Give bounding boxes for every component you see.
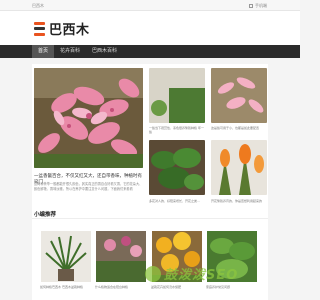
- mobile-link[interactable]: 手机端: [249, 3, 267, 9]
- top-bar-site-name: 巴西木: [32, 3, 44, 8]
- logo-text: 巴西木: [49, 23, 90, 38]
- card-caption-2[interactable]: 什么植物适合在阳台种植: [95, 285, 147, 289]
- thumb-caption-1[interactable]: 一些当下观赏性、墨色很养繁殖种植 年一些: [149, 126, 205, 134]
- thumb-image-1[interactable]: [149, 68, 205, 123]
- card-image-1[interactable]: [41, 231, 91, 282]
- thumb-image-3[interactable]: [149, 140, 205, 195]
- section-title: 小编推荐: [34, 212, 57, 218]
- nav-item-home[interactable]: 首页: [32, 45, 55, 58]
- feature-description: 这两种黄芩一般都能开很久颜色，其实真正的香百合好看又香，它的花朵大、颜色鲜艳、香…: [34, 182, 143, 191]
- card-caption-4[interactable]: 家庭养护常见问题: [206, 285, 258, 289]
- main-nav: 首页 花卉百科 巴西木百科: [0, 45, 300, 58]
- top-bar: 巴西木 手机端: [0, 0, 300, 11]
- section-divider: [32, 218, 268, 219]
- watermark: 鼓泼泼SEO: [145, 264, 238, 283]
- site-logo[interactable]: 巴西木: [34, 19, 90, 38]
- watermark-logo-icon: [145, 265, 161, 282]
- mobile-link-label: 手机端: [255, 3, 267, 8]
- phone-icon: [249, 4, 253, 8]
- thumb-image-2[interactable]: [211, 68, 267, 123]
- thumb-caption-3[interactable]: 多花对人的、好阳来增长、开花之类…: [149, 199, 205, 203]
- watermark-text: 鼓泼泼SEO: [164, 268, 239, 283]
- thumb-caption-2[interactable]: 这是些可用于小，也都是如此要配置: [211, 126, 267, 130]
- nav-item-flower-encyclopedia[interactable]: 花卉百科: [54, 45, 86, 58]
- nav-item-dracaena-encyclopedia[interactable]: 巴西木百科: [86, 45, 123, 58]
- card-caption-3[interactable]: 盆栽花卉如何浇水施肥: [151, 285, 203, 289]
- card-image-2[interactable]: [96, 231, 146, 282]
- feature-image[interactable]: [34, 68, 143, 168]
- logo-icon: [34, 21, 47, 37]
- thumb-caption-4[interactable]: 开花繁殖养育的，你是否想利用起来的: [211, 199, 267, 203]
- card-caption-1[interactable]: 如何种植巴西木 巴西木盆栽种植: [40, 285, 92, 289]
- site-header: 巴西木: [0, 11, 300, 45]
- thumb-image-4[interactable]: [211, 140, 267, 195]
